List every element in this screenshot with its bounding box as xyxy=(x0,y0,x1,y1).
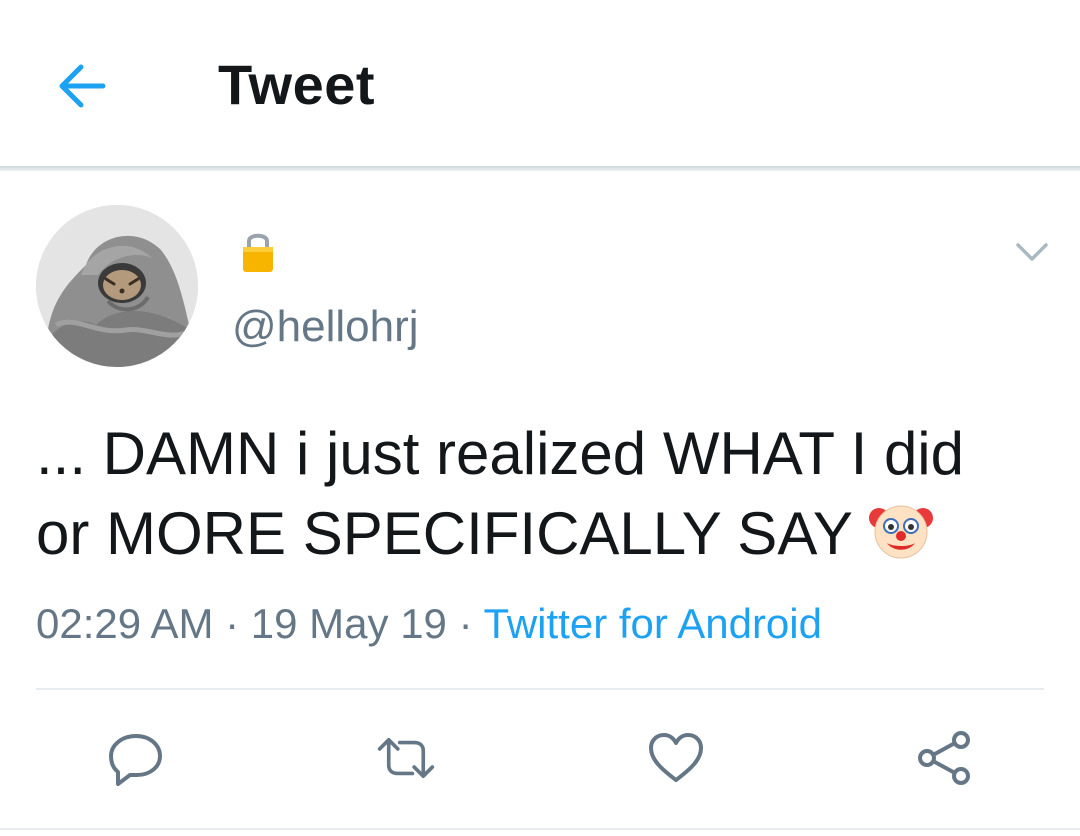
share-icon xyxy=(918,731,970,785)
top-app-bar: Tweet xyxy=(0,0,1080,168)
reply-button[interactable] xyxy=(106,728,166,788)
tweet-text-line-1: ... DAMN i just realized WHAT I did xyxy=(36,420,965,487)
like-button[interactable] xyxy=(646,728,706,788)
meta-separator: · xyxy=(446,600,484,647)
actions-divider xyxy=(36,688,1044,690)
tweet-text-line-2: or MORE SPECIFICALLY SAY xyxy=(36,494,1046,574)
tweet-text-line-2-words: or MORE SPECIFICALLY SAY xyxy=(36,500,852,567)
clown-face-icon xyxy=(868,498,933,562)
avatar[interactable] xyxy=(36,205,198,367)
share-button[interactable] xyxy=(914,728,974,788)
user-handle[interactable]: @hellohrj xyxy=(232,302,419,352)
retweet-button[interactable] xyxy=(376,728,436,788)
tweet-text: ... DAMN i just realized WHAT I did or M… xyxy=(36,414,1046,574)
retweet-icon xyxy=(377,738,435,779)
tweet-time: 02:29 AM xyxy=(36,600,214,647)
header-divider xyxy=(0,166,1080,171)
chevron-down-icon xyxy=(1016,243,1048,261)
back-button[interactable] xyxy=(50,54,114,118)
tweet-date: 19 May 19 xyxy=(250,600,447,647)
bottom-divider xyxy=(0,828,1080,830)
heart-icon xyxy=(649,733,703,782)
meta-separator: · xyxy=(213,600,251,647)
page-title: Tweet xyxy=(218,53,376,116)
tweet-menu-button[interactable] xyxy=(1008,232,1056,272)
tweet-source-link[interactable]: Twitter for Android xyxy=(484,600,822,647)
tweet-meta: 02:29 AM · 19 May 19 · Twitter for Andro… xyxy=(36,600,822,648)
arrow-left-icon xyxy=(59,64,106,108)
reply-icon xyxy=(109,734,162,786)
lock-icon xyxy=(240,228,276,274)
